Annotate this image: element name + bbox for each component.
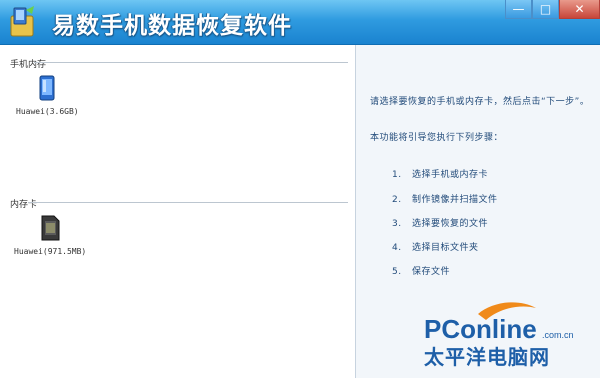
step-text: 保存文件 <box>412 267 451 277</box>
minimize-icon: — <box>512 2 525 16</box>
app-title: 易数手机数据恢复软件 <box>52 13 292 39</box>
instruction-text: 请选择要恢复的手机或内存卡，然后点击“下一步”。 <box>370 97 590 107</box>
minimize-button[interactable]: — <box>505 0 532 19</box>
app-logo-icon <box>10 6 34 37</box>
close-button[interactable]: ✕ <box>559 0 600 19</box>
phone-section-divider <box>34 62 348 63</box>
phone-memory-label: 手机内存 <box>10 60 47 70</box>
title-bar: 易数手机数据恢复软件 — □ ✕ <box>0 0 600 45</box>
step-number: 5. <box>392 267 402 277</box>
device-item-phone[interactable]: Huawei(3.6GB) <box>16 75 79 116</box>
maximize-button[interactable]: □ <box>532 0 559 19</box>
step-number: 1. <box>392 170 402 180</box>
step-text: 选择目标文件夹 <box>412 243 479 253</box>
device-name: Huawei(971.5MB) <box>14 247 87 256</box>
step-text: 选择手机或内存卡 <box>412 170 489 180</box>
device-name: Huawei(3.6GB) <box>16 107 79 116</box>
step-item: 4. 选择目标文件夹 <box>392 240 479 253</box>
step-text: 选择要恢复的文件 <box>412 219 489 229</box>
sd-card-icon <box>41 215 60 241</box>
step-text: 制作镜像并扫描文件 <box>412 195 498 205</box>
step-number: 3. <box>392 219 402 229</box>
device-list-pane: 手机内存 Huawei(3.6GB) 内存卡 Huawei(971.5MB) <box>0 45 356 378</box>
step-number: 2. <box>392 195 402 205</box>
pconline-watermark: PConline .com.cn 太平洋电脑网 <box>424 302 574 369</box>
close-icon: ✕ <box>574 2 585 16</box>
watermark-subtitle: 太平洋电脑网 <box>424 345 550 369</box>
phone-icon <box>39 75 55 101</box>
card-section-divider <box>28 202 348 203</box>
domain-text: .com.cn <box>542 330 574 340</box>
instruction-subtitle: 本功能将引导您执行下列步骤： <box>370 133 504 143</box>
step-item: 5. 保存文件 <box>392 264 450 277</box>
memory-card-label: 内存卡 <box>10 200 38 210</box>
step-item: 3. 选择要恢复的文件 <box>392 216 488 229</box>
step-number: 4. <box>392 243 402 253</box>
step-item: 1. 选择手机或内存卡 <box>392 167 488 180</box>
brand-text: PConline <box>424 314 537 344</box>
maximize-icon: □ <box>539 2 552 16</box>
device-item-sd-card[interactable]: Huawei(971.5MB) <box>14 215 86 256</box>
step-item: 2. 制作镜像并扫描文件 <box>392 192 498 205</box>
